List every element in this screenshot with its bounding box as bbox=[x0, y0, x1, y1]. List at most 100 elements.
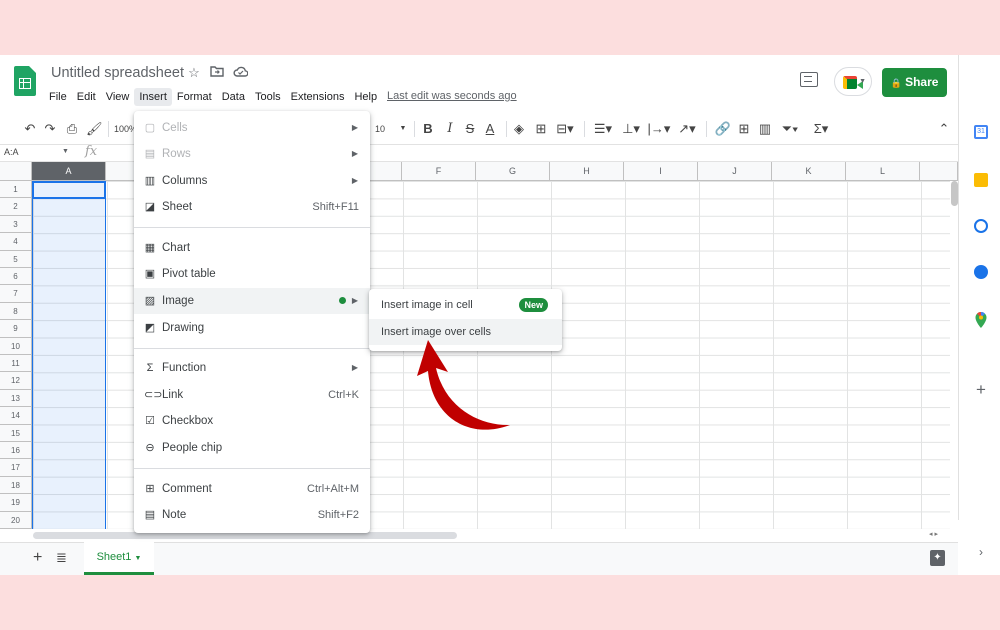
menu-item-image[interactable]: ▨ Image ▶ bbox=[134, 288, 370, 314]
horizontal-scrollbar[interactable] bbox=[33, 532, 457, 539]
menu-tools[interactable]: Tools bbox=[250, 88, 286, 106]
menu-item-insert-image-in-cell[interactable]: Insert image in cell New bbox=[369, 292, 562, 318]
comments-icon[interactable] bbox=[800, 72, 818, 87]
column-header-next[interactable] bbox=[920, 162, 958, 181]
merge-cells-icon[interactable]: ⊟▾ bbox=[553, 118, 577, 140]
row-header[interactable]: 2 bbox=[0, 198, 32, 216]
row-header[interactable]: 18 bbox=[0, 476, 32, 495]
menu-file[interactable]: File bbox=[44, 88, 72, 106]
menu-extensions[interactable]: Extensions bbox=[286, 88, 350, 106]
chevron-down-icon[interactable]: ▼ bbox=[62, 148, 69, 155]
explore-icon[interactable]: ✦ bbox=[930, 550, 945, 566]
menu-item-note[interactable]: ▤ Note Shift+F2 bbox=[134, 502, 370, 528]
column-header-k[interactable]: K bbox=[772, 162, 846, 181]
print-icon[interactable]: ⎙ bbox=[64, 118, 80, 140]
contacts-icon[interactable] bbox=[974, 265, 988, 279]
column-header-j[interactable]: J bbox=[698, 162, 772, 181]
maps-icon[interactable] bbox=[974, 311, 988, 328]
row-header[interactable]: 16 bbox=[0, 442, 32, 460]
row-header[interactable]: 11 bbox=[0, 355, 32, 373]
insert-comment-icon[interactable]: ⊞ bbox=[736, 118, 752, 140]
vertical-scrollbar[interactable] bbox=[951, 181, 958, 206]
redo-icon[interactable]: ↷ bbox=[42, 118, 58, 140]
sheet-tab[interactable]: Sheet1 ▼ bbox=[84, 542, 154, 575]
menu-insert[interactable]: Insert bbox=[134, 88, 172, 106]
bold-icon[interactable]: B bbox=[420, 118, 436, 140]
row-header[interactable]: 14 bbox=[0, 407, 32, 425]
horizontal-align-icon[interactable]: ☰▾ bbox=[590, 118, 616, 140]
strikethrough-icon[interactable]: S bbox=[462, 118, 478, 140]
row-header[interactable]: 10 bbox=[0, 337, 32, 355]
menu-item-people-chip[interactable]: ⊖ People chip bbox=[134, 435, 370, 461]
collapse-toolbar-icon[interactable]: ⌃ bbox=[936, 118, 952, 140]
keep-icon[interactable] bbox=[974, 173, 988, 187]
menu-item-function[interactable]: Σ Function ▶ bbox=[134, 355, 370, 381]
link-icon[interactable]: 🔗 bbox=[714, 118, 732, 140]
expand-panel-icon[interactable]: › bbox=[974, 545, 988, 559]
row-header[interactable]: 1 bbox=[0, 181, 32, 199]
menu-item-checkbox[interactable]: ☑ Checkbox bbox=[134, 408, 370, 434]
italic-icon[interactable]: I bbox=[442, 118, 458, 140]
paint-format-icon[interactable]: 🖌 bbox=[86, 118, 103, 140]
all-sheets-icon[interactable]: ≣ bbox=[56, 550, 67, 566]
menu-item-pivot-table[interactable]: ▣ Pivot table bbox=[134, 261, 370, 287]
menu-item-link[interactable]: ⊂⊃ Link Ctrl+K bbox=[134, 382, 370, 408]
move-folder-icon[interactable] bbox=[209, 65, 225, 81]
row-header[interactable]: 9 bbox=[0, 320, 32, 338]
menu-item-chart[interactable]: ▦ Chart bbox=[134, 235, 370, 261]
menu-item-rows[interactable]: ▤ Rows ▶ bbox=[134, 141, 370, 167]
row-header[interactable]: 13 bbox=[0, 389, 32, 408]
calendar-icon[interactable]: 31 bbox=[974, 125, 988, 139]
borders-icon[interactable]: ⊞ bbox=[533, 118, 549, 140]
name-box[interactable]: A:A bbox=[4, 147, 19, 157]
row-header[interactable]: 15 bbox=[0, 424, 32, 442]
meet-button[interactable]: ▼ bbox=[834, 67, 872, 96]
text-rotation-icon[interactable]: ↗▾ bbox=[674, 118, 700, 140]
row-header[interactable]: 6 bbox=[0, 268, 32, 286]
chevron-down-icon[interactable]: ▼ bbox=[398, 118, 408, 140]
menu-data[interactable]: Data bbox=[217, 88, 250, 106]
column-header-l[interactable]: L bbox=[846, 162, 920, 181]
document-title[interactable]: Untitled spreadsheet bbox=[51, 65, 184, 81]
scroll-left-icon[interactable]: ◂ ▸ bbox=[929, 530, 938, 538]
font-size-select[interactable]: 10 bbox=[371, 118, 389, 140]
selected-column-a[interactable] bbox=[32, 181, 106, 529]
last-edit-link[interactable]: Last edit was seconds ago bbox=[387, 90, 517, 102]
column-header-g[interactable]: G bbox=[476, 162, 550, 181]
active-cell[interactable] bbox=[32, 181, 106, 199]
star-icon[interactable]: ☆ bbox=[186, 65, 202, 81]
menu-item-drawing[interactable]: ◩ Drawing bbox=[134, 315, 370, 341]
sheets-logo-icon[interactable] bbox=[14, 66, 36, 96]
row-header[interactable]: 5 bbox=[0, 250, 32, 268]
select-all-corner[interactable] bbox=[0, 162, 32, 181]
column-header-f[interactable]: F bbox=[402, 162, 476, 181]
row-header[interactable]: 12 bbox=[0, 372, 32, 390]
column-header-h[interactable]: H bbox=[550, 162, 624, 181]
row-header[interactable]: 7 bbox=[0, 285, 32, 303]
menu-format[interactable]: Format bbox=[172, 88, 217, 106]
menu-item-sheet[interactable]: ◪ Sheet Shift+F11 bbox=[134, 194, 370, 220]
functions-icon[interactable]: Σ▾ bbox=[808, 118, 834, 140]
add-addon-icon[interactable]: + bbox=[974, 381, 988, 398]
row-header[interactable]: 4 bbox=[0, 233, 32, 251]
insert-chart-icon[interactable]: ▥ bbox=[757, 118, 773, 140]
tasks-icon[interactable] bbox=[974, 219, 988, 233]
menu-edit[interactable]: Edit bbox=[72, 88, 101, 106]
column-header-i[interactable]: I bbox=[624, 162, 698, 181]
menu-help[interactable]: Help bbox=[349, 88, 382, 106]
row-header[interactable]: 8 bbox=[0, 302, 32, 321]
menu-item-cells[interactable]: ▢ Cells ▶ bbox=[134, 115, 370, 141]
text-wrapping-icon[interactable]: |→▾ bbox=[646, 118, 672, 140]
add-sheet-icon[interactable]: + bbox=[33, 549, 42, 567]
column-header-a[interactable]: A bbox=[32, 162, 106, 181]
undo-icon[interactable]: ↶ bbox=[22, 118, 38, 140]
menu-item-columns[interactable]: ▥ Columns ▶ bbox=[134, 168, 370, 194]
filter-icon[interactable]: ⏷▾ bbox=[778, 118, 802, 140]
row-header[interactable]: 3 bbox=[0, 215, 32, 234]
cloud-status-icon[interactable] bbox=[232, 65, 248, 81]
menu-item-comment[interactable]: ⊞ Comment Ctrl+Alt+M bbox=[134, 476, 370, 502]
row-header[interactable]: 19 bbox=[0, 494, 32, 512]
row-header[interactable]: 17 bbox=[0, 459, 32, 477]
vertical-align-icon[interactable]: ⊥▾ bbox=[618, 118, 644, 140]
share-button[interactable]: 🔒 Share bbox=[882, 68, 947, 97]
